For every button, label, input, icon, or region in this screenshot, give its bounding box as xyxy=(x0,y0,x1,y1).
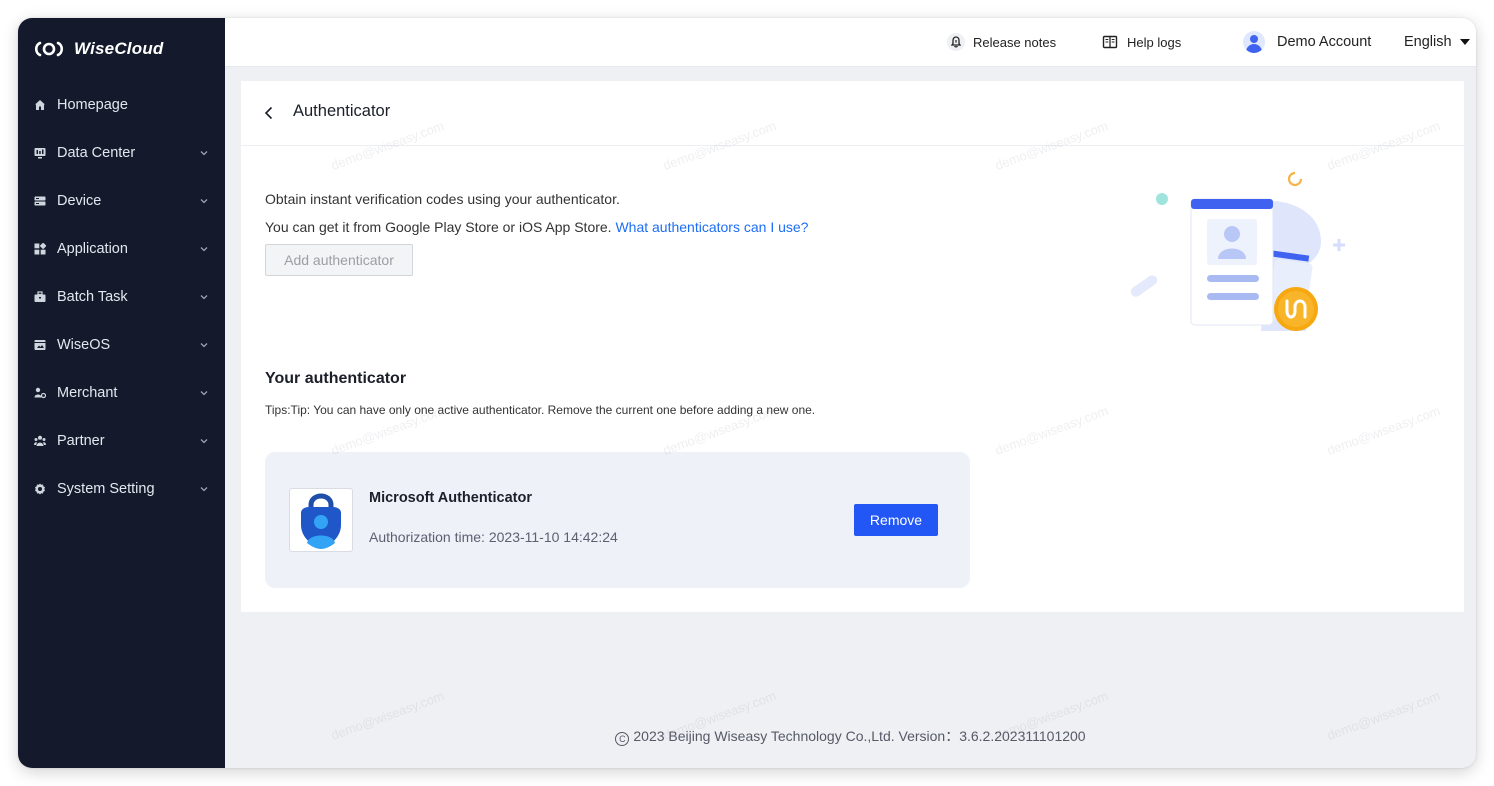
device-icon xyxy=(34,195,46,207)
account-name: Demo Account xyxy=(1277,34,1372,50)
authenticator-item: Microsoft Authenticator Authorization ti… xyxy=(265,452,970,588)
section-title: Your authenticator xyxy=(265,370,407,387)
chevron-down-icon xyxy=(200,295,208,300)
help-logs-link[interactable]: Help logs xyxy=(1101,18,1181,66)
copyright-icon: C xyxy=(615,732,630,746)
partner-icon xyxy=(34,435,46,447)
chevron-down-icon xyxy=(200,439,208,444)
top-header: Release notes Help logs Demo Account Eng… xyxy=(225,18,1476,66)
avatar xyxy=(1243,31,1265,53)
authenticator-illustration xyxy=(1130,171,1345,331)
apps-icon xyxy=(34,243,46,255)
sidebar-item-wiseos[interactable]: WiseOS xyxy=(18,321,225,369)
release-notes-link[interactable]: Release notes xyxy=(947,18,1056,66)
account-menu[interactable]: Demo Account xyxy=(1243,18,1371,66)
home-icon xyxy=(34,99,46,111)
chevron-down-icon xyxy=(200,487,208,492)
authenticators-help-link[interactable]: What authenticators can I use? xyxy=(615,219,808,235)
intro-store-text: You can get it from Google Play Store or… xyxy=(265,219,612,235)
sidebar-item-batch-task[interactable]: Batch Task xyxy=(18,273,225,321)
sidebar-item-device[interactable]: Device xyxy=(18,177,225,225)
sidebar-item-label: System Setting xyxy=(57,481,155,497)
intro-text-store: You can get it from Google Play Store or… xyxy=(265,219,808,235)
book-icon xyxy=(1101,33,1119,51)
app-window: WiseCloud Homepage Data Center Device Ap… xyxy=(18,18,1476,768)
app-name: WiseCloud xyxy=(74,39,164,58)
merchant-icon xyxy=(34,387,46,399)
sidebar-item-label: Data Center xyxy=(57,145,136,161)
sidebar-item-system-setting[interactable]: System Setting xyxy=(18,465,225,513)
authenticator-name: Microsoft Authenticator xyxy=(369,490,532,506)
chevron-down-icon xyxy=(200,343,208,348)
sidebar-item-label: WiseOS xyxy=(57,337,111,353)
sidebar-item-label: Homepage xyxy=(57,97,128,113)
chevron-down-icon xyxy=(200,391,208,396)
back-arrow-icon[interactable] xyxy=(261,105,277,121)
authorization-time: Authorization time: 2023-11-10 14:42:24 xyxy=(369,529,618,545)
remove-button[interactable]: Remove xyxy=(854,504,938,536)
sidebar-item-label: Application xyxy=(57,241,128,257)
help-logs-label: Help logs xyxy=(1127,34,1182,50)
language-label: English xyxy=(1404,34,1452,50)
logo[interactable]: WiseCloud xyxy=(34,38,163,60)
lock-person-icon xyxy=(301,493,341,549)
sidebar-item-label: Batch Task xyxy=(57,289,128,305)
wisecloud-logo-icon xyxy=(34,41,64,57)
sidebar: WiseCloud Homepage Data Center Device Ap… xyxy=(18,18,225,768)
footer-text: 2023 Beijing Wiseasy Technology Co.,Ltd.… xyxy=(633,728,1086,744)
sidebar-item-application[interactable]: Application xyxy=(18,225,225,273)
sidebar-nav: Homepage Data Center Device Application … xyxy=(18,81,225,513)
card-header: Authenticator xyxy=(241,81,1464,146)
sidebar-item-merchant[interactable]: Merchant xyxy=(18,369,225,417)
chevron-down-icon xyxy=(200,199,208,204)
chevron-down-icon xyxy=(200,151,208,156)
sidebar-item-homepage[interactable]: Homepage xyxy=(18,81,225,129)
gear-icon xyxy=(34,483,46,495)
microsoft-authenticator-logo xyxy=(289,488,353,552)
sidebar-item-partner[interactable]: Partner xyxy=(18,417,225,465)
chevron-down-icon xyxy=(200,247,208,252)
add-authenticator-button[interactable]: Add authenticator xyxy=(265,244,413,276)
dashboard-icon xyxy=(34,147,46,159)
sidebar-item-label: Merchant xyxy=(57,385,118,401)
sidebar-item-label: Device xyxy=(57,193,102,209)
briefcase-icon xyxy=(34,291,46,303)
intro-text: Obtain instant verification codes using … xyxy=(265,191,620,207)
tips-text: Tips:Tip: You can have only one active a… xyxy=(265,403,816,417)
footer: C 2023 Beijing Wiseasy Technology Co.,Ltd… xyxy=(225,726,1476,746)
os-icon xyxy=(34,339,46,351)
bell-icon xyxy=(947,33,965,51)
sidebar-item-label: Partner xyxy=(57,433,105,449)
authenticator-card: Authenticator Obtain instant verificatio… xyxy=(241,81,1464,612)
page-title: Authenticator xyxy=(293,102,391,120)
sidebar-item-data-center[interactable]: Data Center xyxy=(18,129,225,177)
release-notes-label: Release notes xyxy=(973,34,1057,50)
language-select[interactable]: English xyxy=(1404,18,1470,66)
caret-down-icon xyxy=(1459,39,1470,45)
